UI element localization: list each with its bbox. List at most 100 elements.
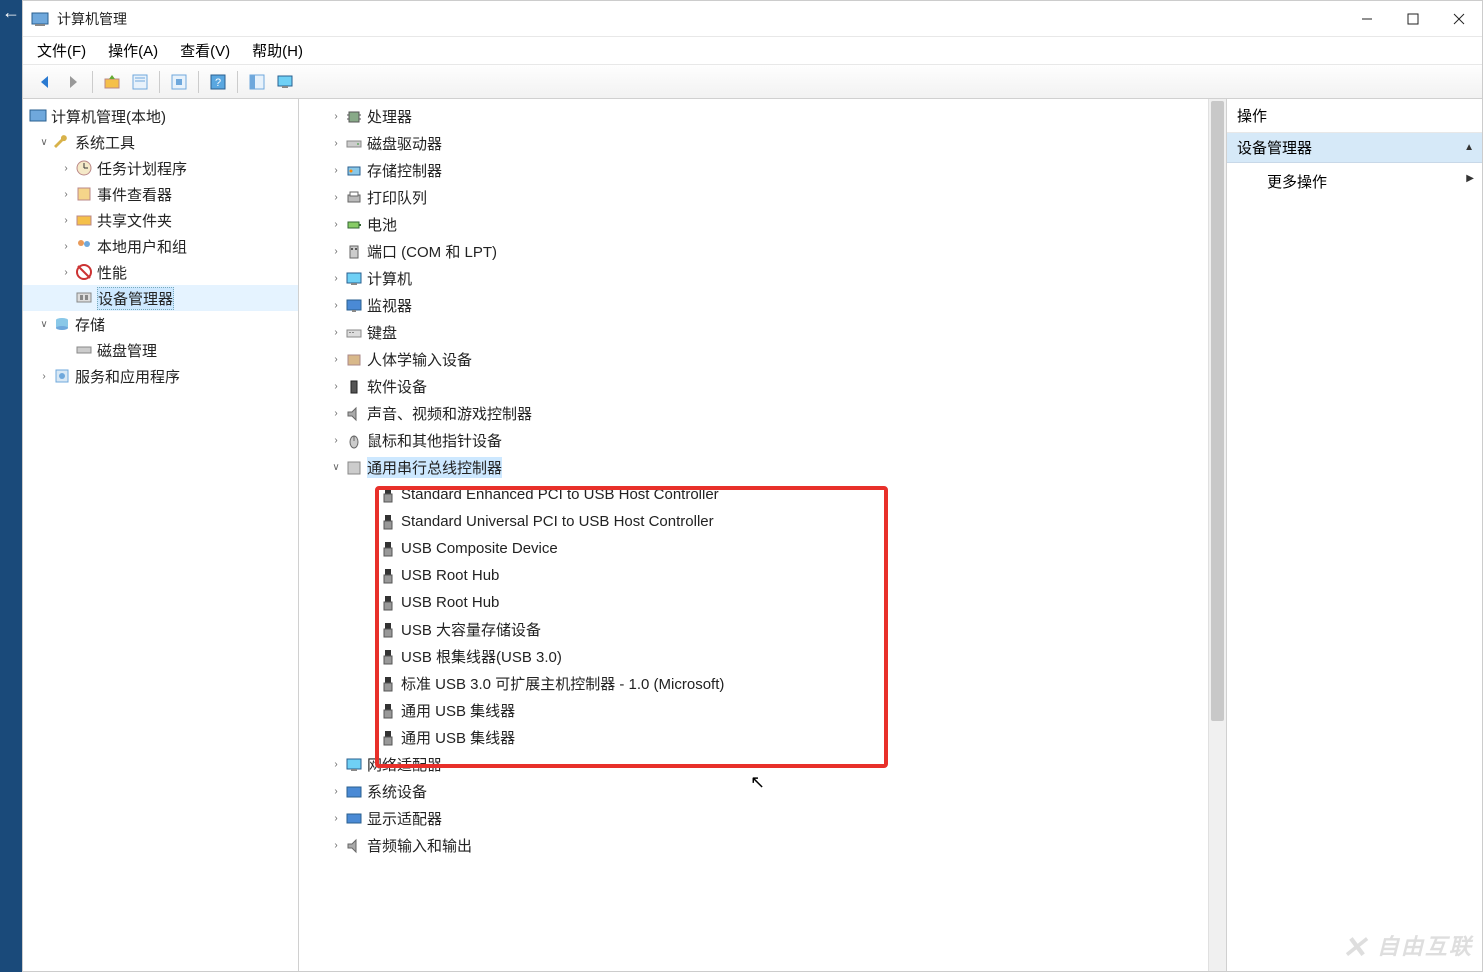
device-category-system_dev[interactable]: ›系统设备 [299, 778, 1208, 805]
tree-device-manager[interactable]: 设备管理器 [23, 285, 298, 311]
storage_ctrl-icon [345, 162, 363, 180]
minimize-button[interactable] [1344, 1, 1390, 37]
tree-label: 计算机管理(本地) [51, 106, 166, 127]
expand-icon[interactable]: › [329, 138, 343, 149]
system-back-icon[interactable]: ← [0, 0, 22, 25]
device-category-processor[interactable]: › 处理器 [299, 103, 1208, 130]
device-category-mouse[interactable]: ›鼠标和其他指针设备 [299, 427, 1208, 454]
watermark: ✕ 自由互联 [1342, 929, 1473, 966]
device-category-network[interactable]: › 网络适配器 [299, 751, 1208, 778]
device-category-display[interactable]: ›显示适配器 [299, 805, 1208, 832]
device-category-storage_ctrl[interactable]: › 存储控制器 [299, 157, 1208, 184]
device-tree[interactable]: ›处理器›磁盘驱动器›存储控制器›打印队列›电池›端口 (COM 和 LPT)›… [299, 99, 1208, 971]
collapse-icon[interactable]: ∨ [329, 462, 343, 473]
usb-device-item[interactable]: 标准 USB 3.0 可扩展主机控制器 - 1.0 (Microsoft) [299, 670, 1208, 697]
expand-icon[interactable]: › [329, 192, 343, 203]
tree-storage[interactable]: ∨存储 [23, 311, 298, 337]
device-category-print_queue[interactable]: ›打印队列 [299, 184, 1208, 211]
tree-disk-management[interactable]: 磁盘管理 [23, 337, 298, 363]
tree-performance[interactable]: ›性能 [23, 259, 298, 285]
menu-file[interactable]: 文件(F) [37, 40, 86, 61]
tree-system-tools[interactable]: ∨系统工具 [23, 129, 298, 155]
usb-device-item[interactable]: USB 大容量存储设备 [299, 616, 1208, 643]
scrollbar[interactable] [1208, 99, 1226, 971]
usb_ctrl-icon [345, 459, 363, 477]
show-hide-tree-button[interactable] [245, 70, 269, 94]
scrollbar-thumb[interactable] [1211, 101, 1224, 721]
expand-icon[interactable]: › [329, 273, 343, 284]
maximize-button[interactable] [1390, 1, 1436, 37]
nav-forward-button[interactable] [61, 70, 85, 94]
usb-device-item[interactable]: 通用 USB 集线器 [299, 724, 1208, 751]
expand-icon[interactable]: › [329, 111, 343, 122]
tree-root[interactable]: 计算机管理(本地) [23, 103, 298, 129]
device-category-ports[interactable]: ›端口 (COM 和 LPT) [299, 238, 1208, 265]
menu-view[interactable]: 查看(V) [180, 40, 230, 61]
usb-device-item[interactable]: Standard Universal PCI to USB Host Contr… [299, 508, 1208, 535]
expand-icon[interactable]: › [37, 371, 51, 382]
monitor-icon [345, 297, 363, 315]
expand-icon[interactable]: › [329, 786, 343, 797]
usb-device-item[interactable]: USB Root Hub [299, 562, 1208, 589]
nav-back-button[interactable] [33, 70, 57, 94]
expand-icon[interactable]: › [329, 300, 343, 311]
tree-local-users[interactable]: ›本地用户和组 [23, 233, 298, 259]
device-category-software_dev[interactable]: ›软件设备 [299, 373, 1208, 400]
device-category-monitor[interactable]: ›监视器 [299, 292, 1208, 319]
expand-icon[interactable]: › [329, 759, 343, 770]
expand-icon[interactable]: › [59, 241, 73, 252]
up-level-button[interactable] [100, 70, 124, 94]
device-category-hid[interactable]: › 人体学输入设备 [299, 346, 1208, 373]
hid-icon [345, 351, 363, 369]
expand-icon[interactable]: › [329, 327, 343, 338]
device-category-computer[interactable]: ›计算机 [299, 265, 1208, 292]
category-label: 网络适配器 [367, 754, 442, 775]
device-category-keyboard[interactable]: ›键盘 [299, 319, 1208, 346]
expand-icon[interactable]: › [59, 189, 73, 200]
more-actions-item[interactable]: 更多操作 ▶ [1227, 163, 1482, 192]
actions-subheader[interactable]: 设备管理器 ▲ [1227, 133, 1482, 163]
expand-icon[interactable]: › [59, 163, 73, 174]
tree-shared-folders[interactable]: ›共享文件夹 [23, 207, 298, 233]
expand-icon[interactable]: › [329, 165, 343, 176]
expand-icon[interactable]: › [329, 435, 343, 446]
expand-icon[interactable]: › [329, 219, 343, 230]
left-tree-panel[interactable]: 计算机管理(本地) ∨系统工具 ›任务计划程序 ›事件查看器 ›共享文件夹 ›本… [23, 99, 299, 971]
tree-services-apps[interactable]: ›服务和应用程序 [23, 363, 298, 389]
expand-icon[interactable]: › [59, 267, 73, 278]
device-category-audio_io[interactable]: ›音频输入和输出 [299, 832, 1208, 859]
menu-action[interactable]: 操作(A) [108, 40, 158, 61]
tree-event-viewer[interactable]: ›事件查看器 [23, 181, 298, 207]
help-button[interactable]: ? [206, 70, 230, 94]
properties-button[interactable] [128, 70, 152, 94]
device-category-sound[interactable]: ›声音、视频和游戏控制器 [299, 400, 1208, 427]
device-category-usb_ctrl[interactable]: ∨通用串行总线控制器 [299, 454, 1208, 481]
category-label: 人体学输入设备 [367, 349, 472, 370]
expand-icon[interactable]: › [329, 408, 343, 419]
menu-help[interactable]: 帮助(H) [252, 40, 303, 61]
usb-device-item[interactable]: USB 根集线器(USB 3.0) [299, 643, 1208, 670]
usb-device-item[interactable]: 通用 USB 集线器 [299, 697, 1208, 724]
category-label: 处理器 [367, 106, 412, 127]
monitor-button[interactable] [273, 70, 297, 94]
usb-device-item[interactable]: USB Root Hub [299, 589, 1208, 616]
device-category-disk_drives[interactable]: ›磁盘驱动器 [299, 130, 1208, 157]
category-label: 存储控制器 [367, 160, 442, 181]
usb-device-item[interactable]: Standard Enhanced PCI to USB Host Contro… [299, 481, 1208, 508]
usb-device-icon [379, 594, 397, 612]
expand-icon[interactable]: › [329, 381, 343, 392]
collapse-icon[interactable]: ∨ [37, 137, 51, 148]
tree-task-scheduler[interactable]: ›任务计划程序 [23, 155, 298, 181]
device-category-battery[interactable]: ›电池 [299, 211, 1208, 238]
window-controls [1344, 1, 1482, 37]
processor-icon [345, 108, 363, 126]
expand-icon[interactable]: › [329, 813, 343, 824]
expand-icon[interactable]: › [329, 354, 343, 365]
expand-icon[interactable]: › [59, 215, 73, 226]
usb-device-item[interactable]: USB Composite Device [299, 535, 1208, 562]
refresh-button[interactable] [167, 70, 191, 94]
expand-icon[interactable]: › [329, 246, 343, 257]
expand-icon[interactable]: › [329, 840, 343, 851]
collapse-icon[interactable]: ∨ [37, 319, 51, 330]
close-button[interactable] [1436, 1, 1482, 37]
